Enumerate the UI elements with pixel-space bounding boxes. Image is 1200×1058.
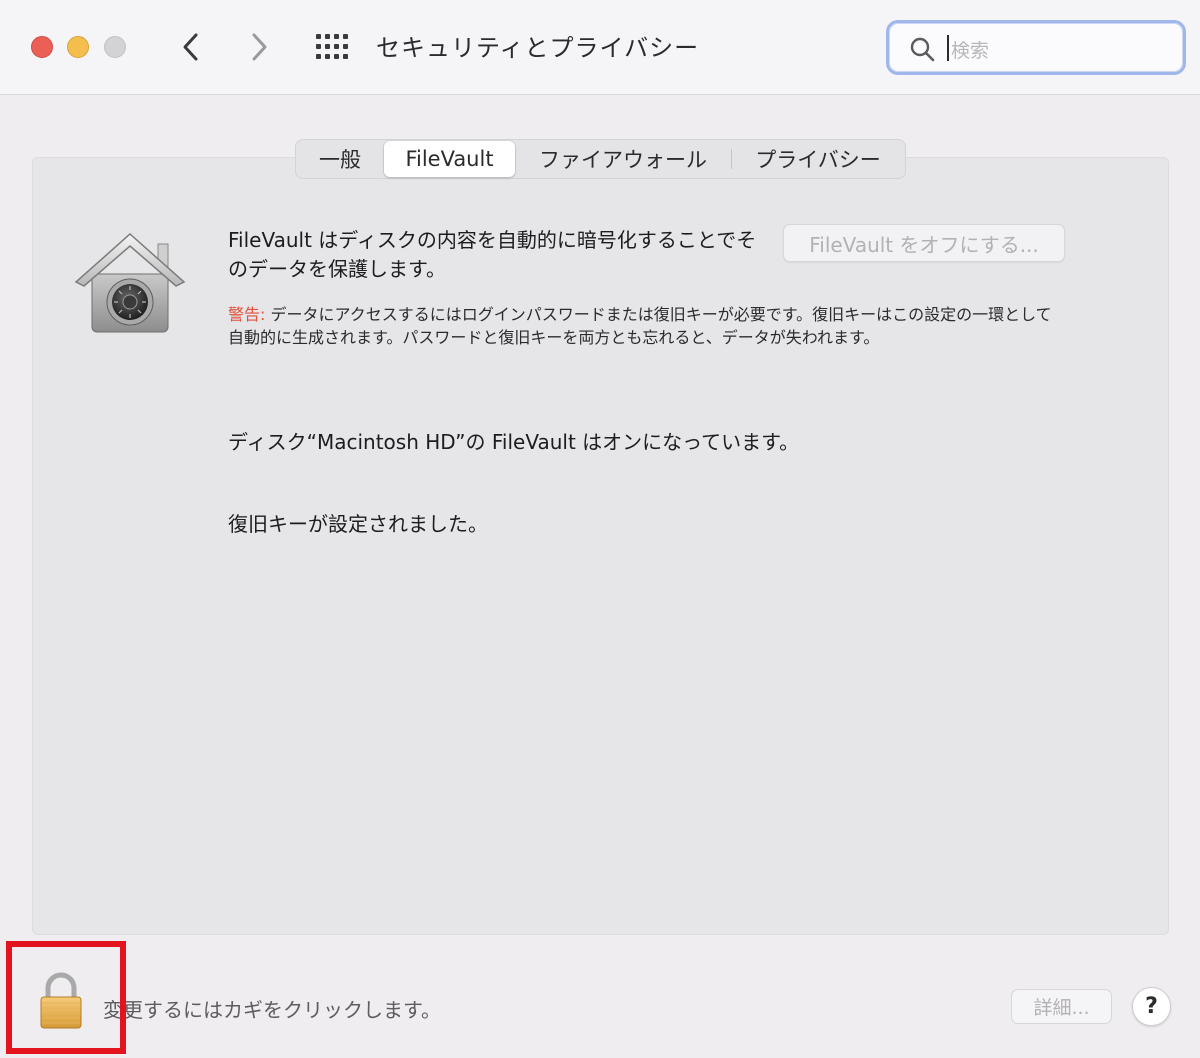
filevault-house-icon: [74, 232, 186, 333]
tab-filevault[interactable]: FileVault: [384, 141, 515, 177]
lock-instruction: 変更するにはカギをクリックします。: [103, 998, 441, 1022]
filevault-description: FileVault はディスクの内容を自動的に暗号化することでそのデータを保護し…: [228, 228, 757, 281]
tab-general[interactable]: 一般: [296, 141, 384, 177]
minimize-window-button[interactable]: [67, 36, 89, 58]
toolbar: セキュリティとプライバシー 検索: [0, 0, 1200, 95]
grid-icon: [316, 34, 348, 59]
security-privacy-window: セキュリティとプライバシー 検索 一般 FileVault ファイアウォール プ…: [0, 0, 1200, 1058]
close-window-button[interactable]: [31, 36, 53, 58]
help-button[interactable]: ?: [1132, 987, 1171, 1026]
filevault-status: ディスク“Macintosh HD”の FileVault はオンになっています…: [228, 430, 800, 454]
chevron-left-icon: [183, 33, 198, 61]
details-button[interactable]: 詳細...: [1011, 989, 1112, 1024]
warning-label: 警告:: [228, 305, 266, 324]
recovery-key-status: 復旧キーが設定されました。: [228, 512, 488, 536]
warning-text: データにアクセスするにはログインパスワードまたは復旧キーが必要です。復旧キーはこ…: [228, 305, 1052, 347]
search-placeholder: 検索: [951, 40, 990, 62]
back-button[interactable]: [176, 30, 206, 64]
highlight-box: [6, 941, 126, 1054]
tab-privacy[interactable]: プライバシー: [732, 141, 904, 177]
zoom-window-button[interactable]: [104, 36, 126, 58]
turn-off-filevault-button[interactable]: FileVault をオフにする...: [783, 224, 1065, 262]
forward-button[interactable]: [244, 30, 274, 64]
text-caret: [947, 35, 949, 61]
tab-bar: 一般 FileVault ファイアウォール プライバシー: [295, 139, 906, 179]
tab-firewall[interactable]: ファイアウォール: [515, 141, 731, 177]
warning-message: 警告: データにアクセスするにはログインパスワードまたは復旧キーが必要です。復旧…: [228, 303, 1058, 349]
search-icon: [910, 37, 935, 62]
show-all-button[interactable]: [315, 33, 349, 61]
search-field[interactable]: 検索: [886, 20, 1186, 75]
window-title: セキュリティとプライバシー: [376, 34, 700, 62]
chevron-right-icon: [252, 33, 267, 61]
